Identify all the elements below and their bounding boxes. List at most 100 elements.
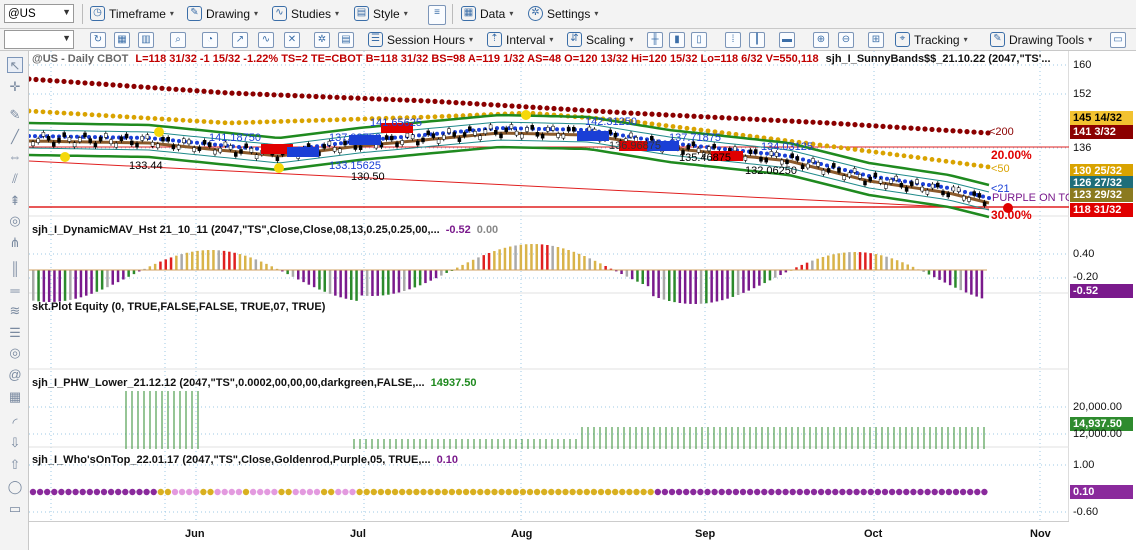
histogram-bar: [434, 270, 438, 279]
wrench-icon[interactable]: ✎: [7, 107, 23, 123]
speed-lines-icon[interactable]: ≋: [7, 303, 23, 319]
refresh-icon[interactable]: ↻: [90, 32, 106, 48]
gear-small-icon[interactable]: ✲: [314, 32, 330, 48]
whos-on-top-dot: [292, 488, 299, 496]
chevron-down-icon[interactable]: ▼: [62, 33, 71, 43]
ma200-dot: [852, 122, 858, 128]
chart-area[interactable]: 141.18750 141.65625 137.93750 133.44 133.156…: [29, 51, 1069, 521]
ma21-dot: [195, 140, 199, 145]
histogram-bar: [116, 270, 120, 283]
arc-tool-icon[interactable]: ◜: [7, 415, 23, 431]
clock-icon[interactable]: ◔: [202, 32, 218, 48]
pitchfork-tool-icon[interactable]: ⋔: [7, 235, 23, 251]
data-button[interactable]: ▦ Data ▾: [461, 6, 513, 21]
ma200-dot: [383, 96, 389, 102]
ma200-dot: [929, 126, 935, 133]
cycle-icon[interactable]: ◎: [7, 345, 23, 361]
ellipse-tool-icon[interactable]: ◯: [7, 479, 23, 495]
bar-style-icon[interactable]: ╫: [647, 32, 663, 48]
zoom-out-icon[interactable]: ⊖: [838, 32, 854, 48]
gann-tool-icon[interactable]: ◎: [7, 213, 23, 229]
ma200-label: <200: [989, 126, 1014, 138]
levels-icon[interactable]: ☰: [7, 325, 23, 341]
ma50-dot: [341, 117, 347, 122]
price-axis[interactable]: 160 152 136 145 14/32 141 3/32 130 25/32…: [1069, 51, 1136, 521]
ma50-dot: [887, 151, 893, 157]
line-plot-icon[interactable]: ┃: [749, 32, 765, 48]
ma200-dot: [229, 90, 235, 96]
panel-dynamicmav-title: sjh_I_DynamicMAV_Hst 21_10_11 (2047,"TS"…: [32, 224, 499, 236]
candle-body: [213, 149, 217, 155]
ray-tool-icon[interactable]: ⇔: [7, 149, 23, 165]
dot-plot-icon[interactable]: ⁞: [725, 32, 741, 48]
table-settings-icon[interactable]: ▤: [338, 32, 354, 48]
zoom-in-icon[interactable]: ⊕: [813, 32, 829, 48]
trendline-icon[interactable]: ↗: [232, 32, 248, 48]
candle-body: [826, 168, 831, 173]
style-button[interactable]: ▤ Style ▾: [354, 6, 408, 21]
histogram-bar: [74, 270, 77, 299]
tracking-button[interactable]: ⌖ Tracking ▾: [895, 32, 968, 47]
settings-button[interactable]: ✲ Settings ▾: [528, 6, 598, 21]
candle-body: [353, 145, 358, 150]
rectangle-tool-icon[interactable]: ▭: [7, 501, 23, 517]
candle-body: [951, 186, 956, 192]
cross-icon[interactable]: ✕: [284, 32, 300, 48]
ma200-dot: [306, 93, 312, 99]
crosshair-icon[interactable]: ✛: [7, 79, 23, 95]
tracking-icon: ⌖: [895, 32, 910, 47]
histogram-bar: [694, 270, 697, 304]
ma200-dot: [481, 101, 487, 107]
table-icon[interactable]: ▥: [138, 32, 154, 48]
whos-on-top-dot: [512, 488, 519, 496]
ma200-dot: [649, 111, 655, 117]
arrow-down-icon[interactable]: ⇩: [7, 435, 23, 451]
ma50-dot: [432, 114, 438, 120]
histogram-bar: [318, 270, 321, 290]
grid-icon[interactable]: ▦: [114, 32, 130, 48]
ma50-dot: [264, 119, 270, 125]
grid-tool-icon[interactable]: ▦: [7, 389, 23, 405]
drawing-button[interactable]: ✎ Drawing ▾: [187, 6, 258, 21]
studies-button[interactable]: ∿ Studies ▾: [272, 6, 339, 21]
candle-style-icon[interactable]: ▮: [669, 32, 685, 48]
ma200-dot: [341, 95, 347, 101]
symbol-input[interactable]: @US ▼: [4, 4, 74, 23]
bars-icon[interactable]: ▬: [779, 32, 795, 48]
price-chart-canvas[interactable]: 141.18750141.65625137.93750133.44 133.156…: [29, 51, 1069, 521]
hollow-candle-icon[interactable]: ▯: [691, 32, 707, 48]
pointer-icon[interactable]: ↖: [7, 57, 23, 73]
link-icon[interactable]: ≡: [428, 5, 446, 25]
chevron-down-icon[interactable]: ▼: [62, 7, 71, 17]
whos-on-top-dot: [72, 488, 79, 496]
timeframe-button[interactable]: ◷ Timeframe ▾: [90, 6, 174, 21]
scaling-button[interactable]: ⇵ Scaling ▾: [567, 32, 633, 47]
ma200-dot: [936, 127, 942, 133]
ma200-dot: [320, 94, 326, 100]
ma200-dot: [523, 104, 529, 110]
vertical-line-icon[interactable]: ║: [7, 261, 23, 277]
ma200-dot: [369, 96, 375, 102]
wave-icon[interactable]: ∿: [258, 32, 274, 48]
drawing-tools-button[interactable]: ✎ Drawing Tools ▾: [990, 32, 1092, 47]
window-icon[interactable]: ▭: [1110, 32, 1126, 48]
signal-dot: [60, 152, 70, 162]
spiral-icon[interactable]: @: [7, 367, 23, 383]
fit-icon[interactable]: ⊞: [868, 32, 884, 48]
interval-input[interactable]: ▼: [4, 30, 74, 49]
time-axis[interactable]: Jun Jul Aug Sep Oct Nov: [29, 521, 1069, 550]
fib-tool-icon[interactable]: ⇞: [7, 193, 23, 209]
channel-tool-icon[interactable]: ⫽: [7, 171, 23, 187]
arrow-up-icon[interactable]: ⇧: [7, 457, 23, 473]
interval-button[interactable]: ⇡ Interval ▾: [487, 32, 553, 47]
trendline-tool-icon[interactable]: ╱: [7, 129, 23, 145]
whos-on-top-dot: [150, 488, 157, 496]
ma21-dot: [423, 132, 427, 137]
horizontal-line-icon[interactable]: ═: [7, 283, 23, 299]
histogram-bar: [519, 244, 523, 270]
ma200-dot: [957, 128, 963, 134]
ma50-dot: [817, 142, 823, 148]
session-hours-button[interactable]: ☰ Session Hours ▾: [368, 32, 473, 47]
ma200-dot: [859, 122, 865, 128]
search-icon[interactable]: ⌕: [170, 32, 186, 48]
